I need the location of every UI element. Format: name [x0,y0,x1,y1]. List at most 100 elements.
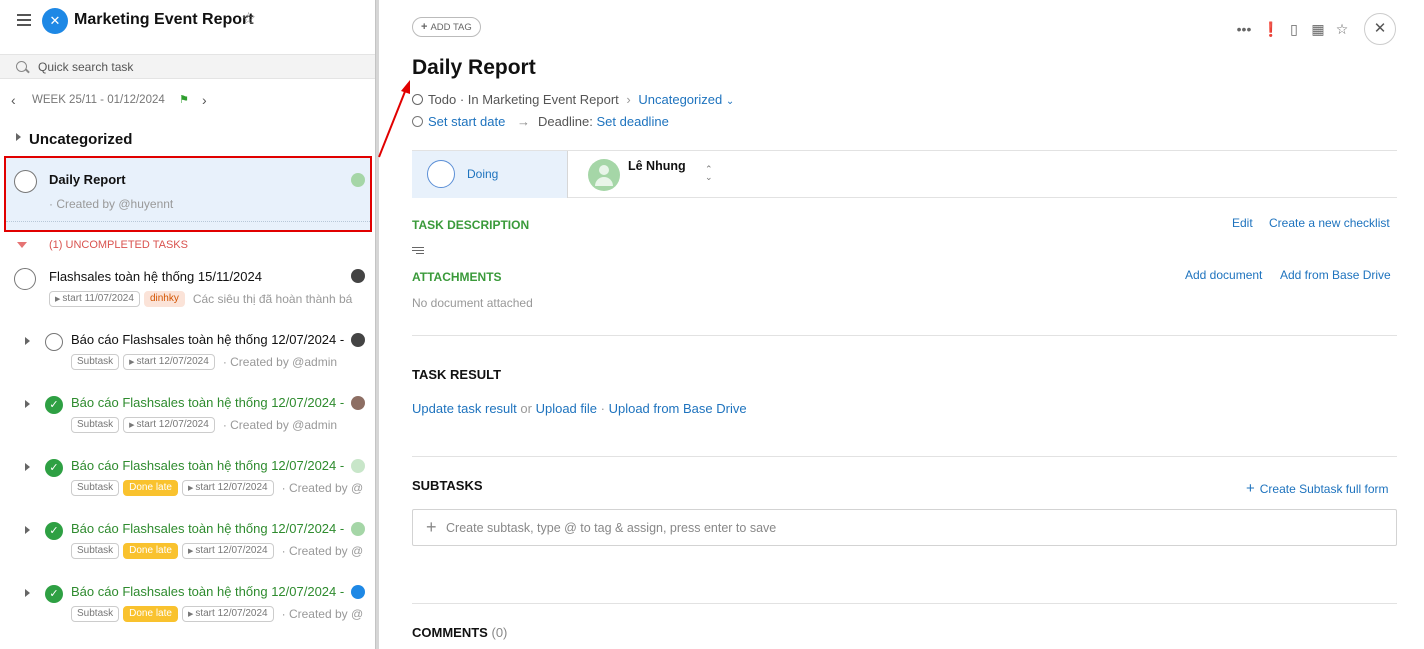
star-icon[interactable]: ☆ [1334,20,1350,38]
chevron-down-icon[interactable]: ⌄ [726,96,734,107]
task-meta: · Created by @ [281,481,364,495]
week-navigator: ‹ WEEK 25/11 - 01/12/2024 ⚑ › [0,88,375,112]
create-subtask-full-form-link[interactable]: + Create Subtask full form [1246,480,1388,497]
or-text: or [516,401,536,416]
task-row[interactable]: ✓ Báo cáo Flashsales toàn hệ thống 12/07… [0,395,375,455]
plus-icon: + [426,517,437,537]
divider [412,456,1397,457]
task-row[interactable]: Báo cáo Flashsales toàn hệ thống 12/07/2… [0,332,375,392]
add-document-link[interactable]: Add document [1185,268,1262,282]
expand-caret-icon[interactable] [25,526,30,534]
task-tags: Subtask Done late ▶ start 12/07/2024 · Creat… [71,606,363,622]
app-logo-icon: ✕ [42,8,68,34]
set-start-date-link[interactable]: Set start date [428,114,505,129]
task-title: Báo cáo Flashsales toàn hệ thống 12/07/2… [71,584,344,599]
edit-description-link[interactable]: Edit [1232,216,1253,230]
row-divider [6,221,370,222]
start-date-tag: ▶ start 12/07/2024 [181,480,274,496]
check-icon[interactable]: ✓ [45,396,63,414]
task-tags: Subtask Done late ▶ start 12/07/2024 · Creat… [71,480,363,496]
status-text[interactable]: Todo [428,92,456,107]
favorite-star-icon[interactable]: ☆ [241,9,256,29]
add-from-drive-link[interactable]: Add from Base Drive [1280,268,1391,282]
task-detail-panel: + ADD TAG ••• ❗ ▯ ▦ ☆ ✕ Daily Report Todo… [379,0,1424,649]
done-late-badge: Done late [123,480,178,496]
task-result-actions: Update task result or Upload file · Uplo… [412,401,747,416]
bookmark-icon[interactable]: ▯ [1286,20,1302,38]
add-tag-button[interactable]: + ADD TAG [412,17,481,37]
search-icon [16,61,27,72]
task-title[interactable]: Daily Report [412,56,536,80]
task-checkbox[interactable] [14,170,37,193]
check-icon[interactable]: ✓ [45,459,63,477]
subtasks-heading: SUBTASKS [412,478,483,493]
assignee-name: Lê Nhung [628,159,686,173]
upload-file-link[interactable]: Upload file [536,401,597,416]
app-root: ✕ Marketing Event Report ☆ Quick search … [0,0,1424,649]
priority-icon[interactable]: ❗ [1262,20,1279,38]
task-row[interactable]: ✓ Báo cáo Flashsales toàn hệ thống 12/07… [0,521,375,581]
task-tags: Subtask Done late ▶ start 12/07/2024 · Creat… [71,543,363,559]
start-date-tag: ▶ start 12/07/2024 [123,417,215,433]
arrow-right-icon: → [516,114,530,129]
create-subtask-input[interactable]: + Create subtask, type @ to tag & assign… [412,509,1397,546]
avatar [588,159,620,191]
category-dropdown[interactable]: Uncategorized [638,92,722,107]
more-options-icon[interactable]: ••• [1236,20,1252,38]
divider [412,335,1397,336]
stage-label: Doing [467,167,499,181]
user-tag: dinhky [143,291,185,307]
avatar [351,173,365,187]
subtask-tag: Subtask [71,417,120,433]
location-text: · In Marketing Event Report [459,92,619,107]
task-title: Flashsales toàn hệ thống 15/11/2024 [49,269,262,284]
update-task-result-link[interactable]: Update task result [412,401,517,416]
close-icon[interactable]: ✕ [1364,13,1396,45]
caret-right-icon [16,133,21,141]
subtask-tag: Subtask [71,354,120,370]
subtask-tag: Subtask [71,480,120,496]
plus-icon: + [1246,480,1255,497]
search-input[interactable]: Quick search task [38,60,133,74]
set-deadline-link[interactable]: Set deadline [597,114,669,129]
task-checkbox[interactable] [45,333,63,351]
status-circle-icon [412,94,423,105]
calendar-add-icon[interactable]: ▦ [1310,20,1326,38]
expand-caret-icon[interactable] [25,463,30,471]
task-list-panel: ✕ Marketing Event Report ☆ Quick search … [0,0,375,649]
task-title: Báo cáo Flashsales toàn hệ thống 12/07/2… [71,395,344,410]
avatar [351,396,365,410]
hamburger-menu-icon[interactable] [17,14,31,26]
start-date-tag: ▶ start 11/07/2024 [49,291,140,307]
done-late-badge: Done late [123,606,178,622]
sort-arrows-icon[interactable]: ⌃ ⌄ [705,165,713,182]
start-date-tag: ▶ start 12/07/2024 [123,354,215,370]
task-checkbox[interactable] [14,268,36,290]
upload-from-drive-link[interactable]: Upload from Base Drive [609,401,747,416]
chevron-right-icon[interactable]: › [202,92,207,108]
task-description-label: TASK DESCRIPTION [412,218,530,232]
start-date-tag: ▶ start 12/07/2024 [181,606,274,622]
task-row[interactable]: ✓ Báo cáo Flashsales toàn hệ thống 12/07… [0,458,375,518]
check-icon[interactable]: ✓ [45,522,63,540]
expand-caret-icon[interactable] [25,337,30,345]
task-row[interactable]: Flashsales toàn hệ thống 15/11/2024 ▶ sta… [0,265,375,325]
create-checklist-link[interactable]: Create a new checklist [1269,216,1390,230]
expand-caret-icon[interactable] [25,400,30,408]
uncompleted-tasks-toggle[interactable]: (1) UNCOMPLETED TASKS [0,238,375,254]
task-row[interactable]: ✓ Báo cáo Flashsales toàn hệ thống 12/07… [0,584,375,644]
task-title: Báo cáo Flashsales toàn hệ thống 12/07/2… [71,332,344,347]
expand-caret-icon[interactable] [25,589,30,597]
search-bar[interactable]: Quick search task [0,54,375,79]
flag-icon: ⚑ [179,94,189,106]
task-result-heading: TASK RESULT [412,367,502,382]
subtask-tag: Subtask [71,606,120,622]
group-header[interactable]: Uncategorized [0,129,375,151]
description-lines-icon[interactable] [412,247,424,256]
selected-task-row[interactable]: Daily Report · Created by @huyennt [4,156,372,232]
week-label[interactable]: WEEK 25/11 - 01/12/2024 [32,94,165,106]
subtask-tag: Subtask [71,543,120,559]
chevron-left-icon[interactable]: ‹ [11,92,16,108]
check-icon[interactable]: ✓ [45,585,63,603]
stage-button[interactable]: Doing [412,151,568,198]
